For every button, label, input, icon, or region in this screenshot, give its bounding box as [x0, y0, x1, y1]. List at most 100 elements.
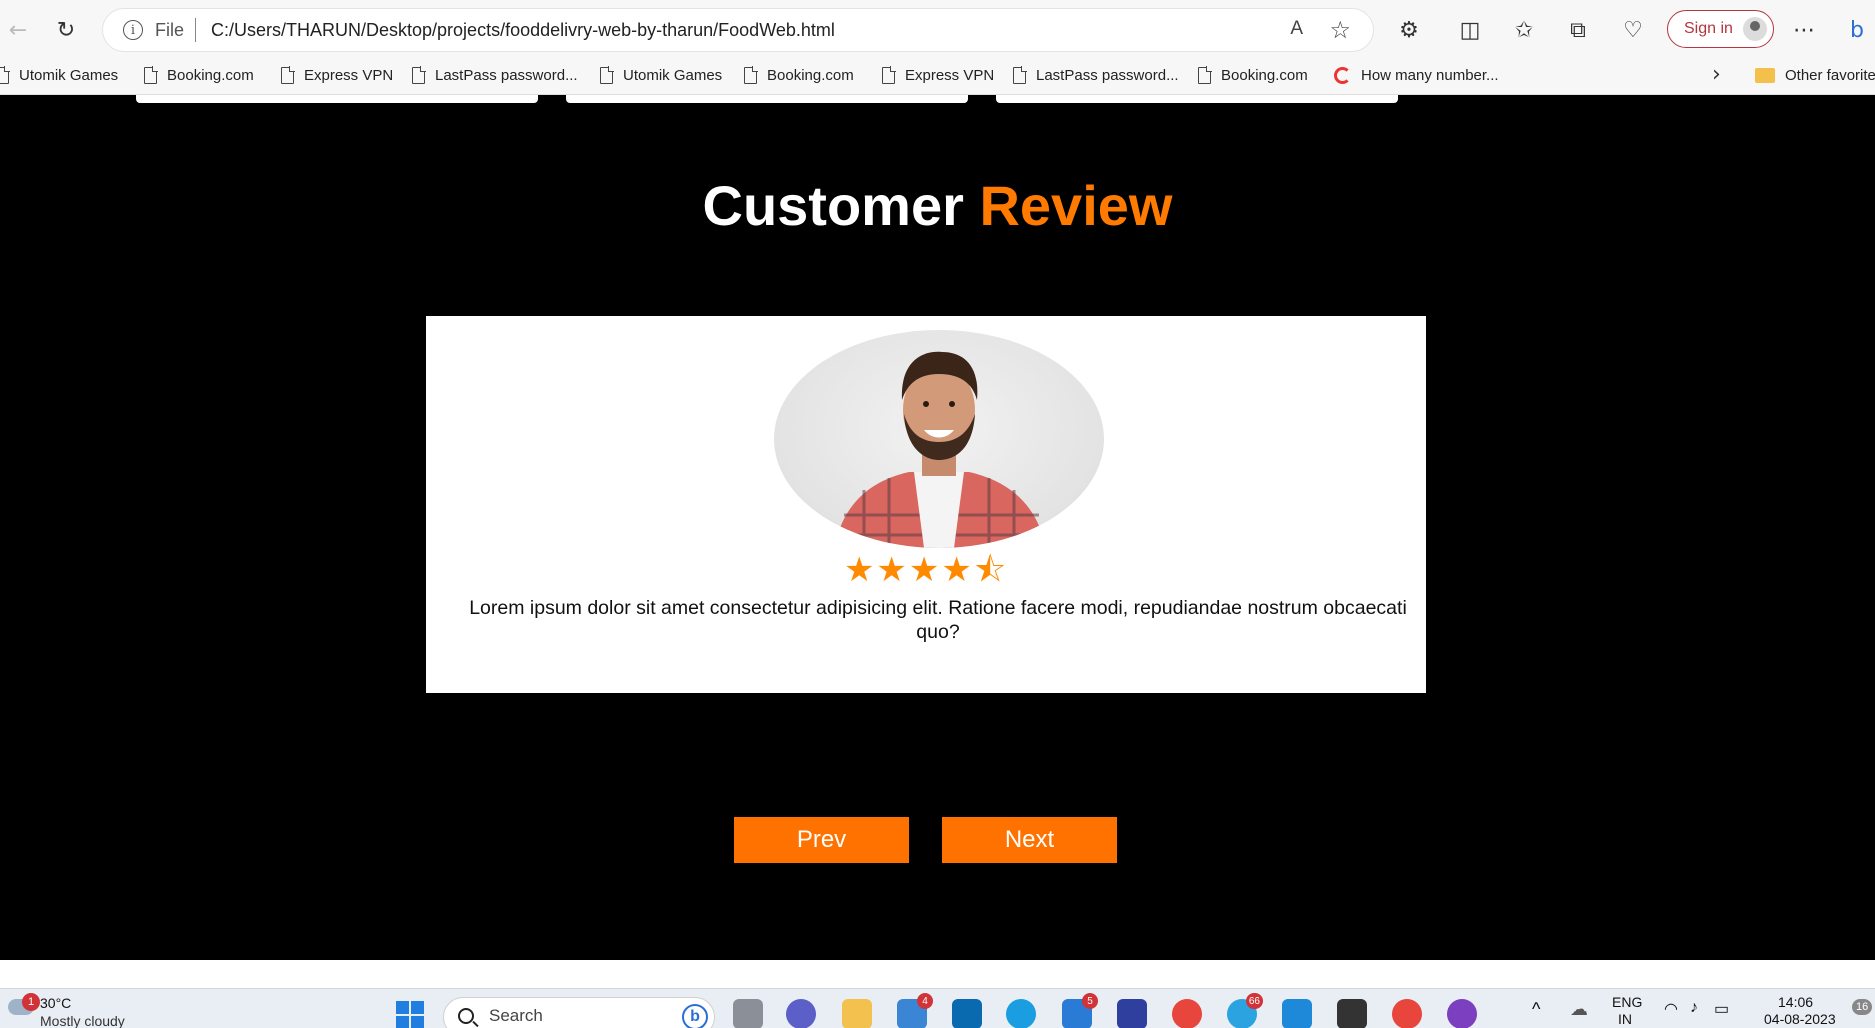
windows-taskbar: 1 30°C Mostly cloudy Search b 4 5 66 ^ ☁… [0, 988, 1875, 1028]
bookmark-label: Express VPN [905, 66, 995, 84]
language-line1[interactable]: ENG [1612, 994, 1642, 1010]
bookmark-label: Other favorite [1785, 66, 1875, 84]
volume-icon[interactable]: ♪ [1690, 999, 1698, 1017]
bookmark-express-vpn[interactable]: Express VPN [882, 62, 994, 88]
doc-icon [744, 66, 758, 84]
folder-icon [1755, 67, 1775, 83]
bing-icon[interactable]: b [682, 1004, 708, 1028]
back-arrow-icon[interactable]: ← [0, 12, 36, 48]
clock-time[interactable]: 14:06 [1778, 994, 1813, 1010]
rating-stars: ★★★★⯪ [843, 550, 1009, 590]
menu-card-edge [996, 95, 1398, 103]
split-screen-icon[interactable]: ◫ [1452, 12, 1488, 48]
clock-date: 04-08-2023 [1764, 1011, 1836, 1027]
telegram-badge: 66 [1245, 993, 1263, 1009]
address-scheme-label: File [155, 20, 185, 40]
bookmark-express-vpn[interactable]: Express VPN [281, 62, 393, 88]
battery-icon[interactable]: ▭ [1714, 999, 1729, 1019]
copilot-icon[interactable]: b [1839, 12, 1875, 48]
browser-essentials-icon[interactable]: ♡ [1615, 12, 1651, 48]
collections-icon[interactable]: ⧉ [1560, 12, 1596, 48]
sign-in-button[interactable]: Sign in [1667, 10, 1774, 48]
address-bar[interactable]: i File C:/Users/THARUN/Desktop/projects/… [102, 8, 1374, 52]
notification-badge[interactable]: 16 [1852, 999, 1873, 1015]
windows-start-icon[interactable] [396, 1001, 424, 1028]
title-accent: Review [979, 174, 1173, 237]
bookmark-label: Express VPN [304, 66, 394, 84]
favorite-star-icon[interactable]: ☆ [1329, 16, 1351, 44]
bookmark-lastpass[interactable]: LastPass password... [1013, 62, 1179, 88]
bookmark-label: Utomik Games [19, 66, 119, 84]
title-main: Customer [702, 174, 964, 237]
extensions-icon[interactable]: ⚙ [1391, 12, 1427, 48]
browser-toolbar: ← ↻ i File C:/Users/THARUN/Desktop/proje… [0, 0, 1875, 58]
weather-condition: Mostly cloudy [40, 1013, 125, 1028]
bookmark-label: Utomik Games [623, 66, 723, 84]
refresh-icon[interactable]: ↻ [48, 12, 84, 48]
bookmark-lastpass[interactable]: LastPass password... [412, 62, 578, 88]
task-view-icon[interactable] [733, 999, 763, 1028]
wifi-icon[interactable]: ◠ [1664, 999, 1678, 1019]
bookmark-label: How many number... [1361, 66, 1499, 84]
page-footer-strip [0, 960, 1875, 988]
webex-icon[interactable] [1117, 999, 1147, 1028]
review-card: ★★★★⯪ Lorem ipsum dolor sit amet consect… [426, 316, 1426, 693]
onedrive-icon[interactable]: ☁ [1570, 999, 1588, 1020]
search-placeholder: Search [489, 1006, 543, 1025]
hp-app-icon[interactable] [952, 999, 982, 1028]
more-options-icon[interactable]: ⋯ [1786, 12, 1822, 48]
bookmark-label: LastPass password... [435, 66, 578, 84]
mail-badge: 4 [917, 993, 933, 1009]
bookmark-label: Booking.com [1221, 66, 1308, 84]
browser-chrome: ← ↻ i File C:/Users/THARUN/Desktop/proje… [0, 0, 1875, 95]
language-line2: IN [1618, 1011, 1632, 1027]
bookmarks-overflow-chevron-icon[interactable]: › [1712, 62, 1721, 87]
weather-badge: 1 [22, 993, 40, 1011]
bookmark-booking[interactable]: Booking.com [744, 62, 854, 88]
bookmark-booking[interactable]: Booking.com [144, 62, 254, 88]
terminal-icon[interactable] [1337, 999, 1367, 1028]
weather-temperature: 30°C [40, 995, 72, 1011]
bookmark-other-favorites[interactable]: Other favorite [1755, 62, 1875, 88]
doc-icon [882, 66, 896, 84]
system-tray: ^ ☁ ENG IN ◠ ♪ ▭ 14:06 04-08-2023 16 [1530, 989, 1875, 1028]
search-icon [458, 1008, 474, 1024]
address-url[interactable]: C:/Users/THARUN/Desktop/projects/fooddel… [211, 20, 835, 41]
telegram-icon[interactable]: 66 [1227, 993, 1263, 1028]
read-aloud-icon[interactable]: A [1290, 18, 1303, 40]
app-badge: 5 [1082, 993, 1098, 1009]
chrome-icon[interactable] [1172, 999, 1202, 1028]
bookmark-booking[interactable]: Booking.com [1198, 62, 1308, 88]
edge-icon[interactable] [1006, 999, 1036, 1028]
google-icon [1334, 66, 1351, 84]
bookmark-utomik-games[interactable]: Utomik Games [0, 62, 118, 88]
address-separator [195, 18, 196, 42]
doc-icon [1198, 66, 1212, 84]
site-info-icon[interactable]: i [123, 20, 143, 40]
sign-in-label: Sign in [1684, 20, 1733, 37]
github-icon[interactable] [1447, 999, 1477, 1028]
favorites-icon[interactable]: ✩ [1506, 12, 1542, 48]
next-button[interactable]: Next [942, 817, 1117, 863]
doc-icon [600, 66, 614, 84]
tray-overflow-chevron-icon[interactable]: ^ [1532, 999, 1540, 1020]
mail-icon[interactable]: 4 [897, 993, 933, 1028]
taskbar-search[interactable]: Search b [443, 997, 715, 1028]
bookmark-label: LastPass password... [1036, 66, 1179, 84]
teams-chat-icon[interactable] [786, 999, 816, 1028]
review-text: Lorem ipsum dolor sit amet consectetur a… [469, 597, 1407, 643]
doc-icon [412, 66, 426, 84]
profile-avatar-icon [1743, 17, 1767, 41]
doc-icon [1013, 66, 1027, 84]
store-icon[interactable]: 5 [1062, 993, 1098, 1028]
prev-button[interactable]: Prev [734, 817, 909, 863]
doc-icon [144, 66, 158, 84]
bookmark-how-many-number[interactable]: How many number... [1334, 62, 1499, 88]
doc-icon [0, 66, 10, 84]
vscode-icon[interactable] [1282, 999, 1312, 1028]
bookmark-utomik-games[interactable]: Utomik Games [600, 62, 722, 88]
file-explorer-icon[interactable] [842, 999, 872, 1028]
chrome-icon[interactable] [1392, 999, 1422, 1028]
bookmark-label: Booking.com [767, 66, 854, 84]
customer-photo [774, 330, 1104, 548]
